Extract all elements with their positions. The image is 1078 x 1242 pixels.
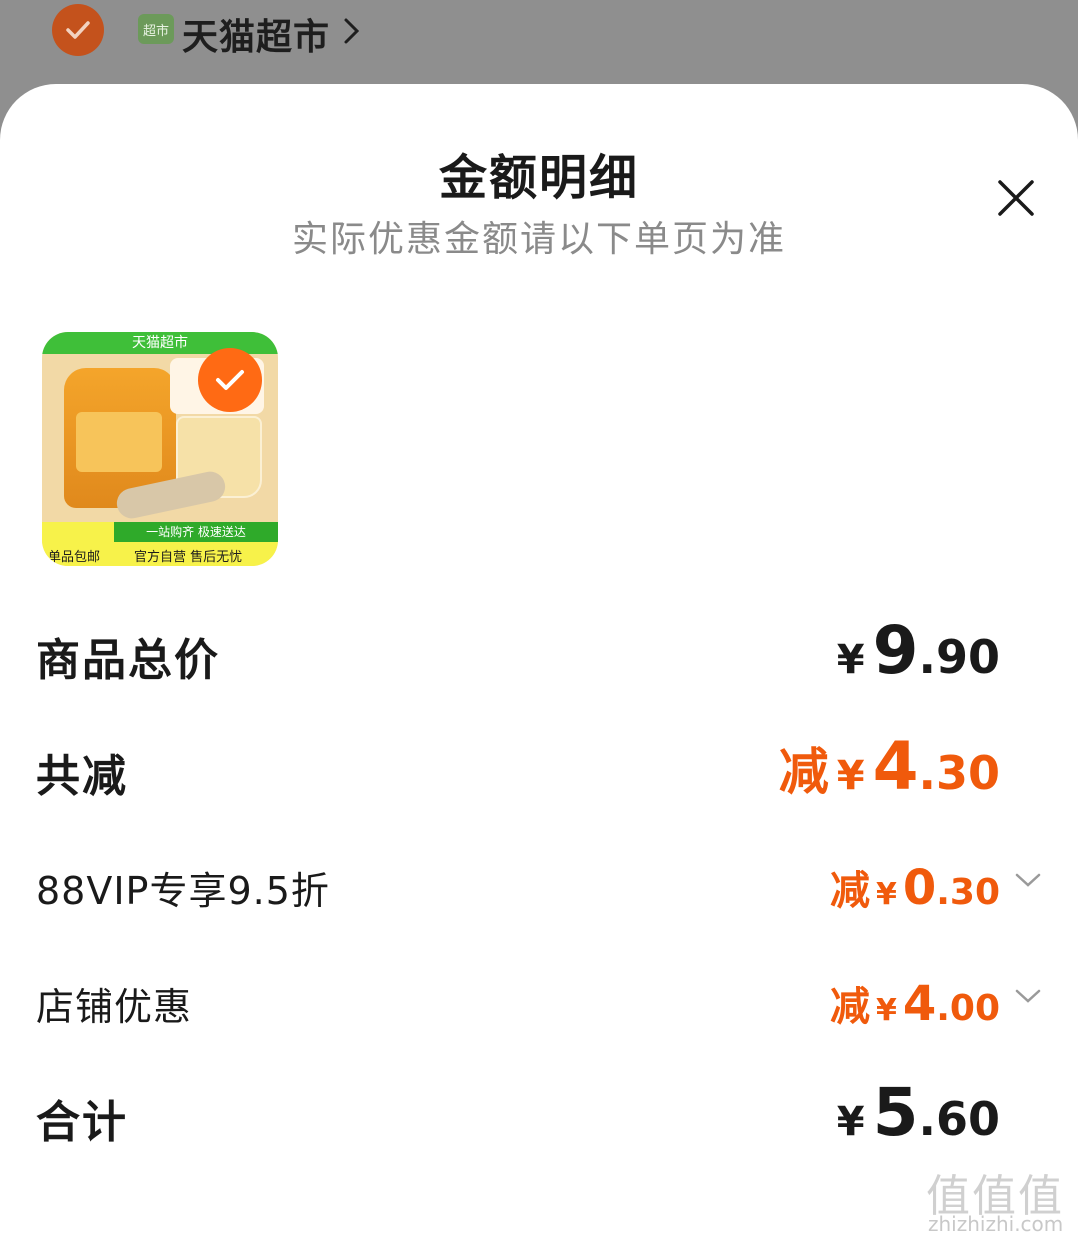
currency-symbol: ¥ — [875, 877, 897, 912]
total-discount-amount: 减 ¥ 4 .30 — [779, 728, 1000, 808]
total-price-amount: ¥ 9 .90 — [837, 612, 1000, 692]
amount-decimal: .90 — [918, 630, 1001, 684]
watermark-url: zhizhizhi.com — [928, 1212, 1064, 1236]
currency-symbol: ¥ — [836, 637, 865, 683]
product-footer-tag: 单品包邮 — [48, 550, 101, 565]
checkmark-icon — [216, 370, 244, 390]
store-header: 超市 天猫超市 — [0, 0, 1078, 84]
row-total-price: 商品总价 ¥ 9 .90 — [36, 612, 1042, 692]
amount-decimal: .30 — [936, 872, 1000, 913]
checkmark-icon — [66, 21, 90, 39]
chevron-down-icon[interactable] — [1014, 986, 1042, 1006]
discount-prefix: 减 — [778, 743, 829, 801]
row-total-discount: 共减 减 ¥ 4 .30 — [36, 728, 1042, 808]
shop-discount-label: 店铺优惠 — [36, 985, 193, 1029]
amount-detail-sheet: 金额明细 实际优惠金额请以下单页为准 天猫超市 一站购齐 极速送达 单品包邮 官… — [0, 84, 1078, 1242]
store-name[interactable]: 天猫超市 — [182, 8, 330, 60]
amount-decimal: .30 — [918, 746, 1001, 800]
grand-total-label: 合计 — [36, 1097, 128, 1148]
vip-discount-label: 88VIP专享9.5折 — [36, 869, 330, 913]
store-logo-icon: 超市 — [138, 14, 174, 44]
sheet-title: 金额明细 — [438, 150, 639, 206]
product-footer-text: 官方自营 售后无忧 — [134, 550, 243, 565]
product-footer-slogan: 一站购齐 极速送达 — [114, 522, 278, 542]
amount-integer: 4 — [872, 728, 919, 805]
shop-discount-amount: 减 ¥ 4 .00 — [830, 974, 1000, 1054]
grand-total-amount: ¥ 5 .60 — [837, 1074, 1000, 1154]
product-selected-checkbox[interactable] — [198, 348, 262, 412]
chevron-right-icon[interactable] — [342, 16, 362, 46]
close-button[interactable] — [996, 178, 1036, 218]
currency-symbol: ¥ — [836, 753, 865, 799]
sheet-subtitle: 实际优惠金额请以下单页为准 — [291, 219, 786, 260]
product-jar-label — [76, 412, 162, 472]
amount-integer: 5 — [872, 1074, 919, 1151]
row-88vip-discount[interactable]: 88VIP专享9.5折 减 ¥ 0 .30 — [36, 848, 1042, 928]
store-select-checkbox[interactable] — [52, 4, 104, 56]
chevron-down-icon[interactable] — [1014, 870, 1042, 890]
amount-integer: 4 — [902, 976, 937, 1032]
row-shop-discount[interactable]: 店铺优惠 减 ¥ 4 .00 — [36, 964, 1042, 1044]
row-grand-total: 合计 ¥ 5 .60 — [36, 1074, 1042, 1154]
total-price-label: 商品总价 — [36, 635, 220, 686]
currency-symbol: ¥ — [836, 1099, 865, 1145]
amount-integer: 0 — [902, 860, 937, 916]
amount-integer: 9 — [872, 612, 919, 689]
total-discount-label: 共减 — [36, 751, 128, 802]
discount-prefix: 减 — [829, 868, 870, 914]
vip-discount-amount: 减 ¥ 0 .30 — [830, 858, 1000, 938]
amount-decimal: .60 — [918, 1092, 1001, 1146]
currency-symbol: ¥ — [875, 993, 897, 1028]
discount-prefix: 减 — [829, 984, 870, 1030]
amount-decimal: .00 — [936, 988, 1000, 1029]
close-icon — [998, 180, 1034, 216]
